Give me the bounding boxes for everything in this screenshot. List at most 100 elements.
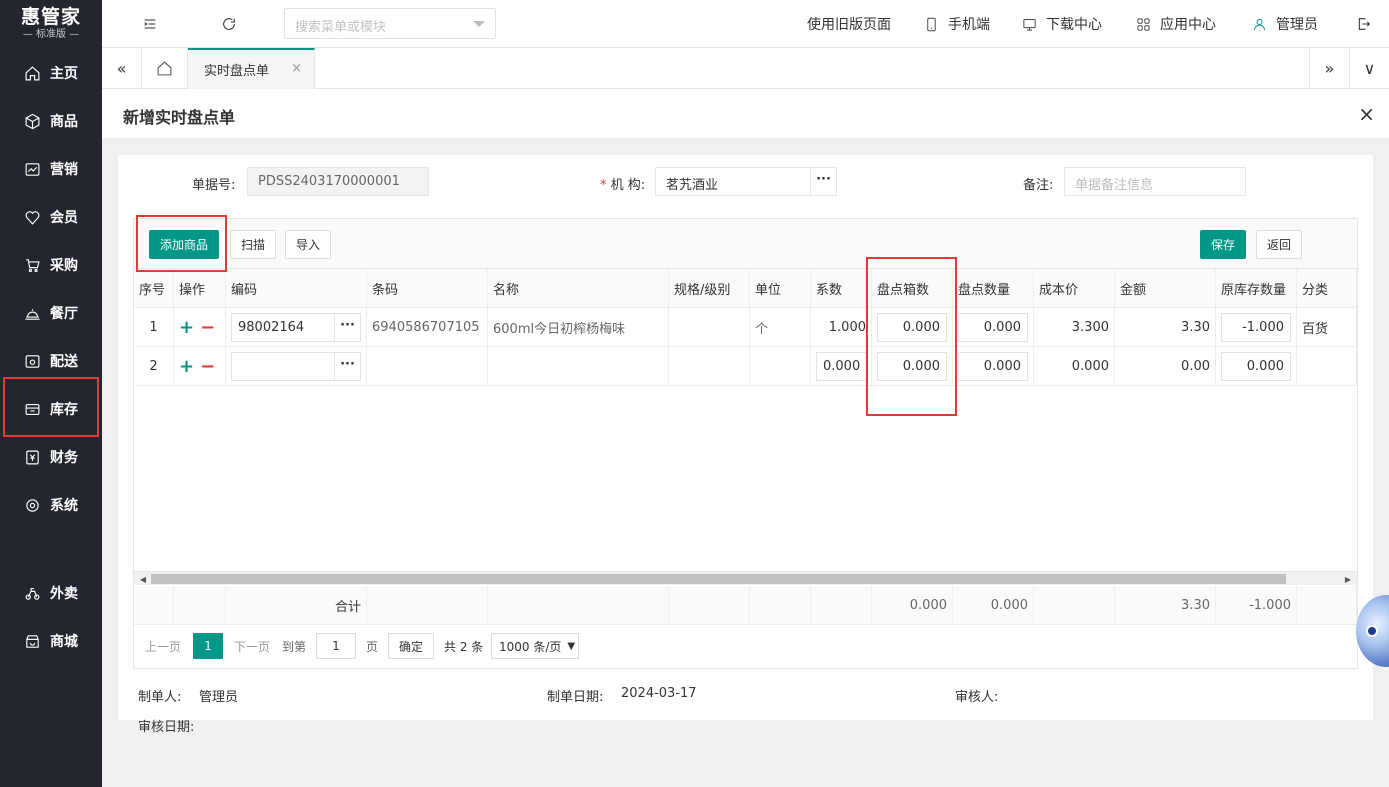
sidebar-item-restaurant[interactable]: 餐厅 <box>0 289 102 337</box>
required-mark: * <box>600 178 607 193</box>
factor-input[interactable]: 0.000 <box>816 351 868 381</box>
sum-cell <box>750 586 811 625</box>
page-1-button[interactable]: 1 <box>193 633 223 659</box>
cell-amount: 0.00 <box>1115 347 1216 386</box>
next-page-button[interactable]: 下一页 <box>234 633 270 659</box>
mobile-link[interactable]: 手机端 <box>924 14 990 34</box>
cell-name <box>488 347 669 386</box>
col-header: 成本价 <box>1034 269 1115 308</box>
cell-qty: 0.000 <box>953 308 1034 347</box>
menu-toggle-button[interactable] <box>138 12 162 36</box>
logout-button[interactable] <box>1352 12 1376 36</box>
chart-icon <box>25 162 40 176</box>
org-picker-button[interactable]: ··· <box>810 168 836 195</box>
sum-cell <box>1034 586 1115 625</box>
tab-home[interactable] <box>142 48 188 88</box>
tab-close-icon[interactable]: × <box>291 61 302 76</box>
cell-no: 1 <box>134 308 174 347</box>
goto-confirm-button[interactable]: 确定 <box>388 633 434 659</box>
sidebar-item-label: 系统 <box>50 498 78 514</box>
prev-page-button[interactable]: 上一页 <box>145 633 181 659</box>
sidebar-item-label: 外卖 <box>50 586 78 602</box>
sum-cell <box>174 586 226 625</box>
sum-cell <box>488 586 669 625</box>
cell-unit <box>750 347 811 386</box>
user-menu[interactable]: 管理员 <box>1252 14 1318 34</box>
assistant-robot-icon <box>1366 625 1378 637</box>
user-icon <box>1254 18 1265 30</box>
sidebar-item-mall[interactable]: 商城 <box>0 617 102 665</box>
refresh-icon <box>223 18 235 30</box>
page-unit-label: 页 <box>366 639 379 654</box>
add-row-icon[interactable]: + <box>179 317 194 338</box>
qty-input[interactable]: 0.000 <box>958 312 1028 342</box>
org-field[interactable]: 茗艽酒业 ··· <box>655 167 837 196</box>
phone-icon <box>927 17 936 31</box>
remark-input[interactable]: 单据备注信息 <box>1064 167 1246 196</box>
tab-menu-button[interactable]: ∨ <box>1349 48 1389 88</box>
sidebar-item-marketing[interactable]: 营销 <box>0 145 102 193</box>
horizontal-scrollbar[interactable]: ◀ ▶ <box>134 571 1357 585</box>
import-button[interactable]: 导入 <box>285 230 332 259</box>
cell-category: 百货 <box>1297 308 1357 347</box>
page-size-select[interactable]: 1000 条/页 ▼ <box>491 633 579 659</box>
scroll-right-arrow-icon[interactable]: ▶ <box>1341 572 1355 586</box>
sum-cell <box>669 586 750 625</box>
download-center-link[interactable]: 下载中心 <box>1022 14 1102 34</box>
create-date-label: 制单日期: <box>547 690 604 705</box>
code-input[interactable]: 98002164 ··· <box>231 312 361 342</box>
orig-stock-input[interactable]: -1.000 <box>1221 312 1291 342</box>
add-goods-button[interactable]: 添加商品 <box>149 230 220 259</box>
pagination: 上一页 1 下一页 到第 1 页 确定 共 2 条 1000 条/页 ▼ <box>134 633 1357 663</box>
sum-cell <box>1297 586 1357 625</box>
tab-scroll-right-button[interactable]: » <box>1309 48 1349 88</box>
boxes-input[interactable]: 0.000 <box>877 351 947 381</box>
refresh-button[interactable] <box>217 12 241 36</box>
tab-scroll-left-button[interactable]: « <box>102 48 142 88</box>
save-button[interactable]: 保存 <box>1200 230 1247 259</box>
code-picker-button[interactable]: ··· <box>334 313 360 341</box>
scroll-left-arrow-icon[interactable]: ◀ <box>136 572 150 586</box>
qty-input[interactable]: 0.000 <box>958 351 1028 381</box>
app-center-label: 应用中心 <box>1160 17 1216 33</box>
back-button[interactable]: 返回 <box>1256 230 1303 259</box>
sidebar-item-purchase[interactable]: 采购 <box>0 241 102 289</box>
menu-search-input[interactable]: 搜索菜单或模块 <box>284 8 496 39</box>
cell-boxes: 0.000 <box>872 347 953 386</box>
cart-icon <box>26 258 40 272</box>
sidebar-item-system[interactable]: 系统 <box>0 481 102 529</box>
sidebar-item-delivery[interactable]: 配送 <box>0 337 102 385</box>
sidebar-item-goods[interactable]: 商品 <box>0 97 102 145</box>
orig-stock-input[interactable]: 0.000 <box>1221 351 1291 381</box>
add-row-icon[interactable]: + <box>179 356 194 377</box>
goods-grid: 添加商品 扫描 导入 保存 返回 序号 操作 编码 条码 名称 规格/级别 单位… <box>133 218 1358 669</box>
app-center-link[interactable]: 应用中心 <box>1136 14 1216 34</box>
sidebar-item-member[interactable]: 会员 <box>0 193 102 241</box>
org-label: 机 构: <box>610 178 646 193</box>
sidebar-item-inventory[interactable]: 库存 <box>0 385 102 433</box>
search-placeholder: 搜索菜单或模块 <box>295 20 387 35</box>
col-header: 操作 <box>174 269 226 308</box>
scrollbar-thumb[interactable] <box>151 574 1286 584</box>
remove-row-icon[interactable]: − <box>200 356 215 377</box>
reviewer-label: 审核人: <box>955 690 999 705</box>
scan-button[interactable]: 扫描 <box>230 230 277 259</box>
cell-cost: 3.300 <box>1034 308 1115 347</box>
col-header: 盘点数量 <box>953 269 1034 308</box>
code-value: 98002164 <box>238 319 305 335</box>
boxes-input[interactable]: 0.000 <box>877 312 947 342</box>
page-number-input[interactable]: 1 <box>316 633 356 659</box>
remove-row-icon[interactable]: − <box>200 317 215 338</box>
doc-no-label: 单据号: <box>192 178 236 193</box>
sidebar-item-label: 主页 <box>50 66 78 82</box>
tab-realtime-stocktake[interactable]: 实时盘点单 × <box>188 48 315 89</box>
close-icon[interactable]: × <box>1358 102 1375 126</box>
sidebar-item-label: 商城 <box>50 634 78 650</box>
code-input[interactable]: ··· <box>231 351 361 381</box>
code-picker-button[interactable]: ··· <box>334 352 360 380</box>
sidebar-item-finance[interactable]: 财务 <box>0 433 102 481</box>
old-version-link[interactable]: 使用旧版页面 <box>807 14 891 34</box>
sidebar-item-takeout[interactable]: 外卖 <box>0 569 102 617</box>
cell-spec <box>669 347 750 386</box>
sidebar-item-home[interactable]: 主页 <box>0 49 102 97</box>
